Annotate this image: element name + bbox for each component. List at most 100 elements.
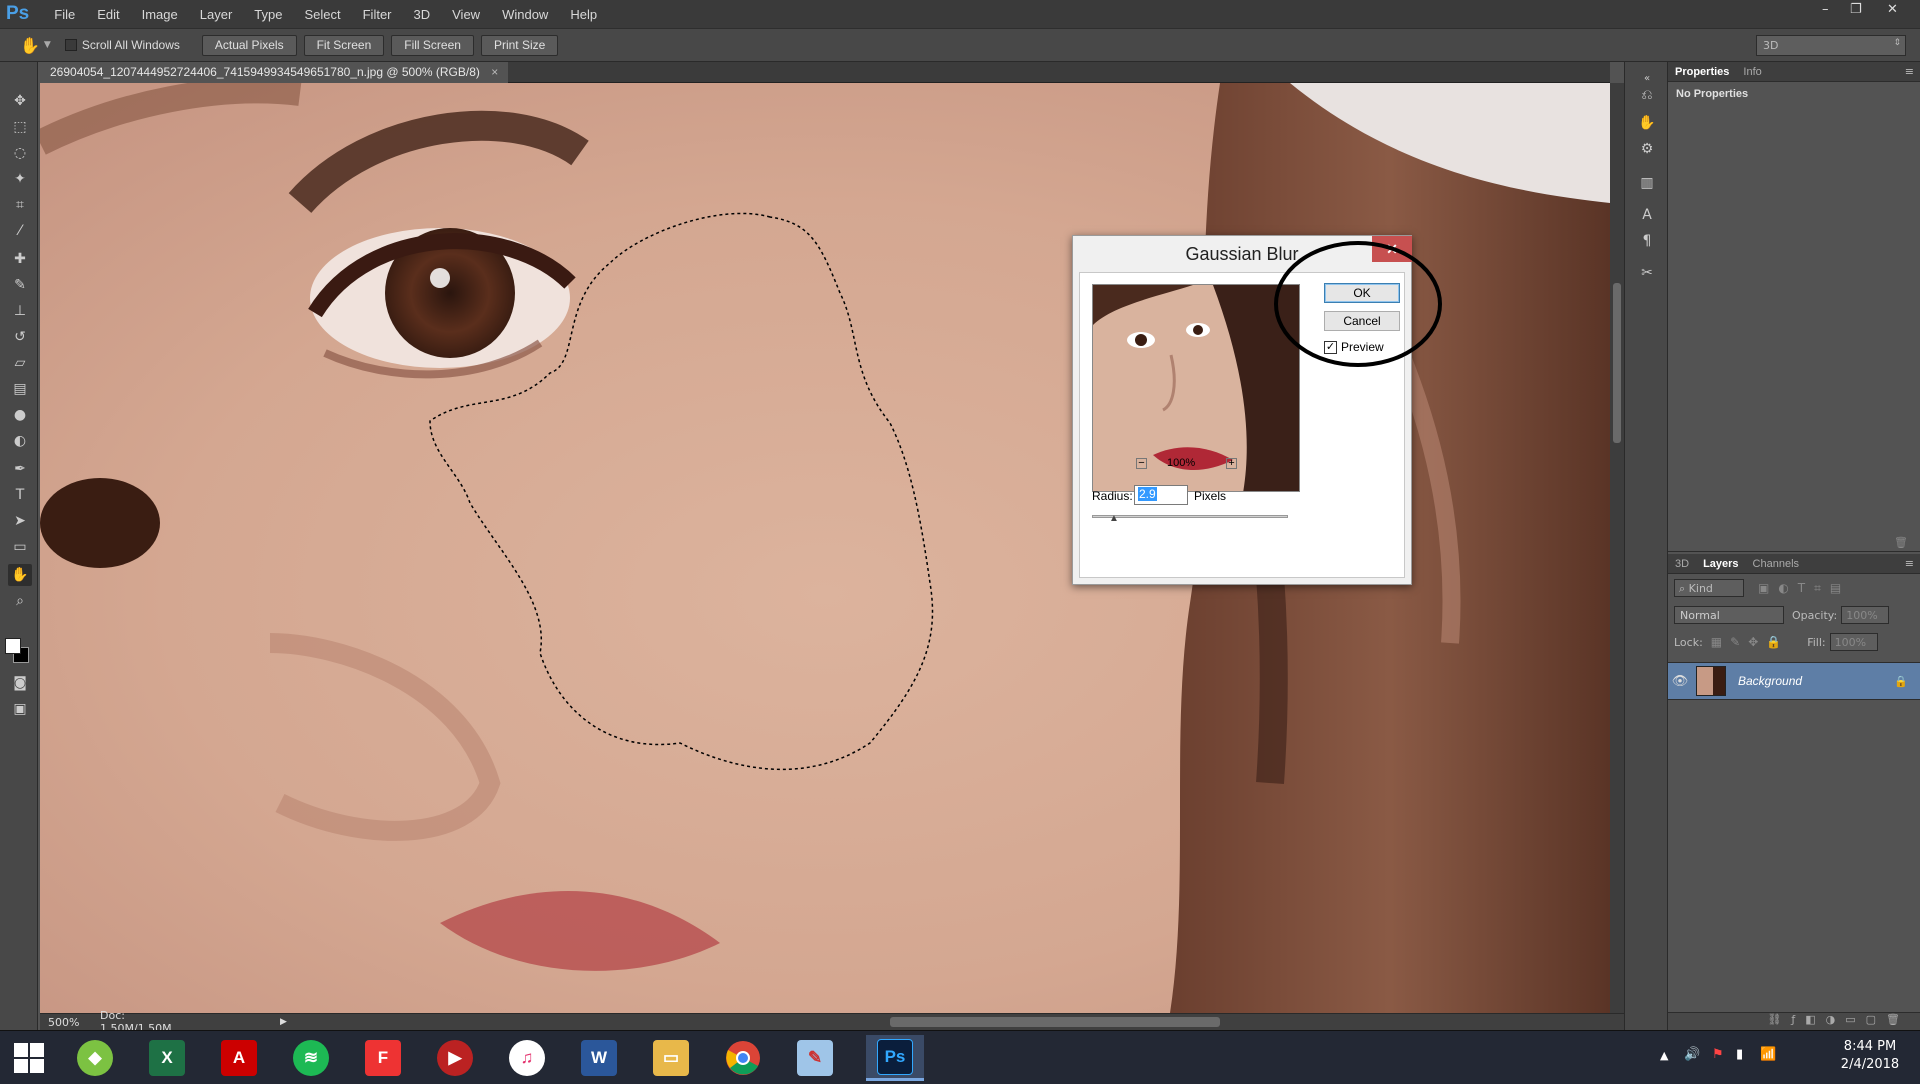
taskbar-word[interactable]: W xyxy=(570,1035,628,1081)
tool-preset-dropdown-icon[interactable]: ▼ xyxy=(44,40,51,50)
show-hidden-icons[interactable]: ▲ xyxy=(1660,1049,1668,1062)
blur-preview-image[interactable] xyxy=(1092,284,1300,492)
document-tab[interactable]: 26904054_1207444952724406_74159499345496… xyxy=(40,62,509,83)
healing-brush-tool-icon[interactable]: ✚ xyxy=(8,248,32,270)
lasso-tool-icon[interactable]: ◌ xyxy=(8,142,32,164)
brush-tool-icon[interactable]: ✎ xyxy=(8,274,32,296)
tab-channels[interactable]: Channels xyxy=(1746,558,1806,570)
type-tool-icon[interactable]: T xyxy=(8,484,32,506)
radius-slider-track[interactable] xyxy=(1092,515,1288,518)
action-center-icon[interactable]: ⚑ xyxy=(1712,1047,1724,1062)
eraser-tool-icon[interactable]: ▱ xyxy=(8,352,32,374)
menu-view[interactable]: View xyxy=(441,7,491,22)
taskbar-spotify[interactable]: ≋ xyxy=(282,1035,340,1081)
tab-layers[interactable]: Layers xyxy=(1696,558,1745,570)
status-menu-arrow-icon[interactable]: ▶ xyxy=(280,1017,287,1027)
taskbar-itunes[interactable]: ♫ xyxy=(498,1035,556,1081)
foreground-color-swatch[interactable] xyxy=(5,638,21,654)
visibility-eye-icon[interactable]: 👁 xyxy=(1668,674,1692,689)
minimize-icon[interactable]: – xyxy=(1822,2,1829,17)
taskbar-photoshop[interactable]: Ps xyxy=(866,1035,924,1081)
fill-screen-button[interactable]: Fill Screen xyxy=(391,34,474,56)
layer-name[interactable]: Background xyxy=(1738,674,1802,688)
opacity-input[interactable]: 100% xyxy=(1841,606,1890,624)
zoom-in-icon[interactable]: + xyxy=(1226,458,1237,469)
brush-presets-icon[interactable]: ✂ xyxy=(1635,262,1659,284)
close-window-icon[interactable]: ✕ xyxy=(1887,2,1898,17)
tab-properties[interactable]: Properties xyxy=(1668,66,1736,78)
print-size-button[interactable]: Print Size xyxy=(480,34,559,56)
scroll-all-windows-checkbox[interactable] xyxy=(64,39,77,51)
layers-panel-menu-icon[interactable]: ≡ xyxy=(1905,557,1914,570)
layer-comps-icon[interactable]: ▥ xyxy=(1635,172,1659,194)
history-panel-icon[interactable]: ⎌ xyxy=(1635,84,1659,106)
magic-wand-tool-icon[interactable]: ✦ xyxy=(8,168,32,190)
eyedropper-tool-icon[interactable]: ⁄ xyxy=(8,220,32,242)
pen-tool-icon[interactable]: ✒ xyxy=(8,458,32,480)
vertical-scrollbar[interactable] xyxy=(1610,83,1624,1013)
menu-window[interactable]: Window xyxy=(491,7,559,22)
dodge-tool-icon[interactable]: ◐ xyxy=(8,430,32,452)
start-button[interactable] xyxy=(0,1035,58,1081)
tool-presets-icon[interactable]: ✋ xyxy=(1635,112,1659,134)
rectangle-tool-icon[interactable]: ▭ xyxy=(8,536,32,558)
layer-filter-icons[interactable]: ▣◐T⌗▤ xyxy=(1758,581,1850,596)
trash-icon[interactable]: 🗑 xyxy=(1894,536,1908,549)
quick-mask-icon[interactable]: ◙ xyxy=(8,672,32,694)
layers-footer-icons[interactable]: ⛓ƒ◧◑▭▢🗑 xyxy=(1668,1012,1920,1030)
volume-icon[interactable]: 🔊 xyxy=(1684,1047,1700,1062)
adjustments-icon[interactable]: ⚙ xyxy=(1635,138,1659,160)
fit-screen-button[interactable]: Fit Screen xyxy=(303,34,385,56)
power-icon[interactable]: ▮ xyxy=(1736,1047,1743,1062)
menu-help[interactable]: Help xyxy=(559,7,608,22)
character-panel-icon[interactable]: A xyxy=(1635,204,1659,226)
menu-type[interactable]: Type xyxy=(243,7,293,22)
crop-tool-icon[interactable]: ⌗ xyxy=(8,194,32,216)
menu-layer[interactable]: Layer xyxy=(189,7,244,22)
restore-icon[interactable]: ❐ xyxy=(1850,2,1862,17)
taskbar-explorer[interactable]: ▭ xyxy=(642,1035,700,1081)
tab-3d[interactable]: 3D xyxy=(1668,558,1696,570)
tab-info[interactable]: Info xyxy=(1736,66,1768,78)
zoom-tool-icon[interactable]: ⌕ xyxy=(8,590,32,612)
clock[interactable]: 8:44 PM 2/4/2018 xyxy=(1830,1039,1910,1072)
vertical-scrollbar-thumb[interactable] xyxy=(1613,283,1621,443)
taskbar-media[interactable]: ▶ xyxy=(426,1035,484,1081)
zoom-level-readout[interactable]: 500% xyxy=(48,1016,86,1029)
zoom-out-icon[interactable]: − xyxy=(1136,458,1147,469)
taskbar-excel[interactable]: X xyxy=(138,1035,196,1081)
close-tab-icon[interactable]: × xyxy=(491,65,498,79)
horizontal-scrollbar-thumb[interactable] xyxy=(890,1017,1220,1027)
menu-3d[interactable]: 3D xyxy=(403,7,442,22)
layer-row[interactable]: 👁 Background 🔒 xyxy=(1668,662,1920,700)
panel-menu-icon[interactable]: ≡ xyxy=(1905,65,1914,78)
clone-stamp-tool-icon[interactable]: ⊥ xyxy=(8,300,32,322)
path-selection-tool-icon[interactable]: ➤ xyxy=(8,510,32,532)
blur-tool-icon[interactable]: ● xyxy=(8,404,32,426)
move-tool-icon[interactable]: ✥ xyxy=(8,90,32,112)
workspace-select[interactable]: 3D ⇕ xyxy=(1756,35,1906,56)
taskbar-chrome[interactable] xyxy=(714,1035,772,1081)
menu-edit[interactable]: Edit xyxy=(86,7,130,22)
menu-file[interactable]: File xyxy=(43,7,86,22)
menu-filter[interactable]: Filter xyxy=(352,7,403,22)
screen-mode-icon[interactable]: ▣ xyxy=(8,698,32,720)
gradient-tool-icon[interactable]: ▤ xyxy=(8,378,32,400)
scroll-all-windows-option[interactable]: Scroll All Windows xyxy=(64,38,180,52)
layer-kind-filter[interactable]: ⌕ Kind xyxy=(1674,579,1744,597)
network-icon[interactable]: 📶 xyxy=(1760,1047,1776,1062)
taskbar-foxit[interactable]: F xyxy=(354,1035,412,1081)
hand-tool-icon[interactable]: ✋ xyxy=(20,36,40,55)
taskbar-paint[interactable]: ✎ xyxy=(786,1035,844,1081)
blend-mode-select[interactable]: Normal xyxy=(1674,606,1784,624)
actual-pixels-button[interactable]: Actual Pixels xyxy=(201,34,297,56)
fill-input[interactable]: 100% xyxy=(1829,633,1878,651)
lock-options-icons[interactable]: ▦✎✥🔒 xyxy=(1711,635,1789,649)
marquee-tool-icon[interactable]: ⬚ xyxy=(8,116,32,138)
hand-tool-icon[interactable]: ✋ xyxy=(8,564,32,586)
menu-image[interactable]: Image xyxy=(131,7,189,22)
menu-select[interactable]: Select xyxy=(293,7,351,22)
radius-slider-handle[interactable]: ▲ xyxy=(1109,513,1119,524)
taskbar-acrobat[interactable]: A xyxy=(210,1035,268,1081)
radius-input[interactable]: 2.9 xyxy=(1134,485,1188,505)
